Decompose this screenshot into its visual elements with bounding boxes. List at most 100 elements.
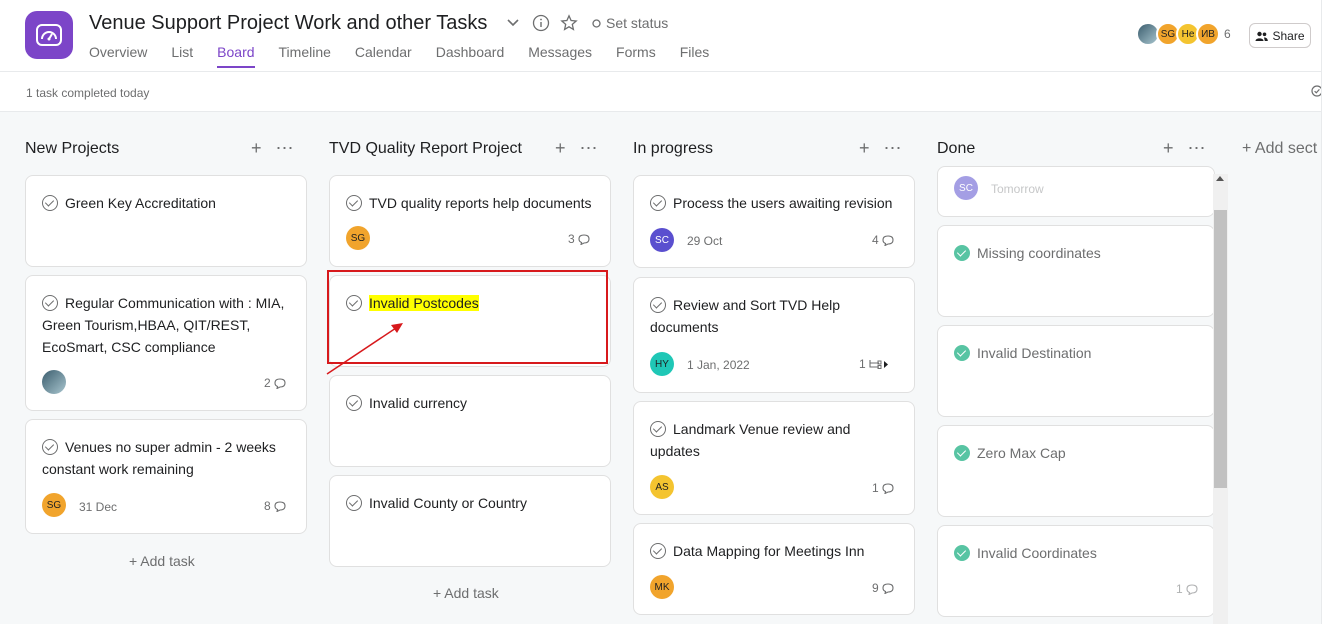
task-card[interactable]: Zero Max Cap: [937, 425, 1215, 517]
project-title: Venue Support Project Work and other Tas…: [89, 12, 488, 34]
task-title-line: EcoSmart, CSC compliance: [42, 339, 216, 355]
tab-forms[interactable]: Forms: [616, 44, 656, 68]
avatar[interactable]: SC: [954, 176, 978, 200]
column-actions: + ⋯: [251, 138, 294, 159]
set-status-button[interactable]: Set status: [592, 15, 668, 31]
comment-count: 9: [872, 581, 894, 595]
task-card[interactable]: Invalid Coordinates 1: [937, 525, 1215, 617]
task-card[interactable]: Data Mapping for Meetings Inn MK 9: [633, 523, 915, 615]
more-icon[interactable]: ⋯: [1188, 138, 1206, 159]
complete-check-icon[interactable]: [346, 495, 362, 511]
add-icon[interactable]: +: [859, 138, 870, 159]
avatar[interactable]: SG: [42, 493, 66, 517]
completed-check-icon[interactable]: [954, 345, 970, 361]
task-title-line: Landmark Venue review and: [673, 421, 851, 437]
comment-icon: [882, 234, 894, 246]
add-task-button[interactable]: + Add task: [433, 585, 499, 601]
add-icon[interactable]: +: [555, 138, 566, 159]
tab-board[interactable]: Board: [217, 44, 255, 68]
task-card[interactable]: Missing coordinates: [937, 225, 1215, 317]
task-title-line: Venues no super admin - 2 weeks: [65, 439, 276, 455]
due-date[interactable]: 31 Dec: [79, 500, 117, 514]
member-count: 6: [1224, 27, 1231, 41]
subtasks-icon: [869, 359, 888, 369]
scroll-up-arrow-icon[interactable]: [1216, 176, 1224, 181]
set-status-label: Set status: [606, 15, 669, 31]
complete-check-icon[interactable]: [346, 195, 362, 211]
scrollbar-thumb[interactable]: [1214, 210, 1227, 488]
completed-today-text: 1 task completed today: [26, 86, 150, 100]
task-title: Data Mapping for Meetings Inn: [673, 543, 865, 559]
task-title: Green Key Accreditation: [65, 195, 216, 211]
tab-dashboard[interactable]: Dashboard: [436, 44, 505, 68]
task-card[interactable]: Invalid Destination: [937, 325, 1215, 417]
complete-check-icon[interactable]: [346, 395, 362, 411]
avatar[interactable]: AS: [650, 475, 674, 499]
task-card[interactable]: Invalid County or Country: [329, 475, 611, 567]
tab-messages[interactable]: Messages: [528, 44, 592, 68]
comment-count: 3: [568, 232, 590, 246]
comment-icon: [1186, 583, 1198, 595]
status-circle-icon: [592, 18, 601, 28]
avatar[interactable]: [42, 370, 66, 394]
complete-check-icon[interactable]: [650, 297, 666, 313]
task-card[interactable]: Landmark Venue review and updates AS 1: [633, 401, 915, 515]
task-card[interactable]: TVD quality reports help documents SG 3: [329, 175, 611, 267]
more-icon[interactable]: ⋯: [884, 138, 902, 159]
avatar[interactable]: SC: [650, 228, 674, 252]
task-title: Process the users awaiting revision: [673, 195, 893, 211]
subtask-count[interactable]: 1: [859, 357, 889, 371]
complete-check-icon[interactable]: [650, 421, 666, 437]
task-card[interactable]: Process the users awaiting revision SC 2…: [633, 175, 915, 268]
completed-check-icon[interactable]: [954, 445, 970, 461]
more-icon[interactable]: ⋯: [580, 138, 598, 159]
more-icon[interactable]: ⋯: [276, 138, 294, 159]
task-title: Invalid Destination: [977, 345, 1092, 361]
due-date[interactable]: Tomorrow: [991, 182, 1044, 196]
column-title-tvd-quality[interactable]: TVD Quality Report Project: [329, 140, 522, 158]
complete-check-icon[interactable]: [42, 195, 58, 211]
right-panel-edge: [1321, 0, 1331, 624]
dashboard-gauge-icon: [36, 24, 62, 46]
add-icon[interactable]: +: [1163, 138, 1174, 159]
tab-timeline[interactable]: Timeline: [279, 44, 331, 68]
star-icon[interactable]: [560, 14, 578, 32]
add-task-button[interactable]: + Add task: [129, 553, 195, 569]
share-button[interactable]: Share: [1249, 23, 1311, 48]
due-date[interactable]: 29 Oct: [687, 234, 722, 248]
project-header: Venue Support Project Work and other Tas…: [0, 0, 1331, 72]
tab-calendar[interactable]: Calendar: [355, 44, 412, 68]
tab-overview[interactable]: Overview: [89, 44, 147, 68]
project-icon[interactable]: [25, 11, 73, 59]
task-card[interactable]: Green Key Accreditation: [25, 175, 307, 267]
add-section-button[interactable]: + Add sect: [1242, 140, 1317, 158]
add-icon[interactable]: +: [251, 138, 262, 159]
task-title: Zero Max Cap: [977, 445, 1066, 461]
task-title-line: Regular Communication with : MIA,: [65, 295, 285, 311]
due-date[interactable]: 1 Jan, 2022: [687, 358, 750, 372]
chevron-down-icon[interactable]: [504, 14, 522, 32]
avatar[interactable]: MK: [650, 575, 674, 599]
comment-icon: [578, 233, 590, 245]
complete-check-icon[interactable]: [650, 195, 666, 211]
complete-check-icon[interactable]: [650, 543, 666, 559]
avatar[interactable]: HY: [650, 352, 674, 376]
task-card[interactable]: SC Tomorrow: [937, 166, 1215, 217]
task-card[interactable]: Regular Communication with : MIA, Green T…: [25, 275, 307, 411]
task-card[interactable]: Venues no super admin - 2 weeks constant …: [25, 419, 307, 534]
task-title: TVD quality reports help documents: [369, 195, 592, 211]
avatar[interactable]: SG: [346, 226, 370, 250]
complete-check-icon[interactable]: [42, 439, 58, 455]
tab-list[interactable]: List: [171, 44, 193, 68]
info-icon[interactable]: [532, 14, 550, 32]
column-title-new-projects[interactable]: New Projects: [25, 140, 119, 158]
completed-check-icon[interactable]: [954, 545, 970, 561]
column-title-in-progress[interactable]: In progress: [633, 140, 713, 158]
task-card[interactable]: Invalid currency: [329, 375, 611, 467]
tab-files[interactable]: Files: [680, 44, 710, 68]
column-title-done[interactable]: Done: [937, 140, 975, 158]
task-card[interactable]: Review and Sort TVD Help documents HY 1 J…: [633, 277, 915, 393]
completed-check-icon[interactable]: [954, 245, 970, 261]
complete-check-icon[interactable]: [42, 295, 58, 311]
project-members[interactable]: SG He ИВ 6: [1136, 22, 1231, 46]
